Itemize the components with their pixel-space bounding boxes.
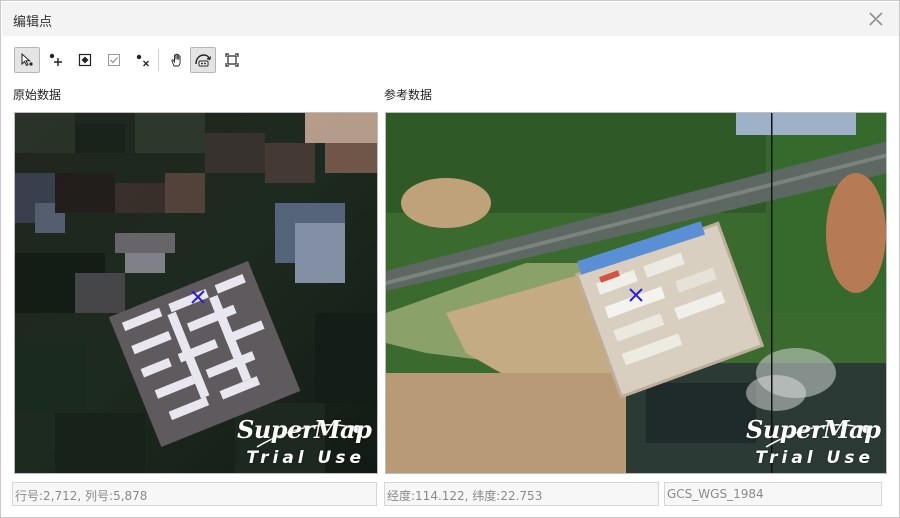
full-extent-button[interactable] (219, 47, 245, 73)
delete-point-icon (136, 54, 149, 67)
checkbox-icon (108, 54, 120, 66)
source-map-view[interactable]: SuperMap Trial Use (14, 112, 378, 474)
select-tool-button[interactable] (14, 47, 40, 73)
supermap-watermark: SuperMap Trial Use (746, 415, 881, 468)
edit-point-dialog: 编辑点 原始数据 参考数据 SuperMap Trial Use SuperMa… (0, 0, 900, 518)
add-point-button[interactable] (43, 47, 69, 73)
reference-data-label: 参考数据 (384, 88, 433, 102)
pan-button[interactable] (164, 47, 190, 73)
title-bar: 编辑点 (2, 2, 899, 36)
hand-pan-icon (171, 53, 181, 67)
supermap-watermark: SuperMap Trial Use (237, 415, 372, 468)
lon-lat-readout: 经度:114.122, 纬度:22.753 (384, 482, 659, 506)
delete-point-button[interactable] (130, 47, 156, 73)
row-column-readout: 行号:2,712, 列号:5,878 (12, 482, 377, 506)
toolbar-separator (158, 49, 159, 71)
edit-point-button[interactable] (72, 47, 98, 73)
edit-point-icon (78, 53, 92, 67)
toolbar (14, 47, 254, 73)
dialog-title: 编辑点 (13, 15, 53, 30)
full-extent-icon (225, 53, 239, 67)
close-icon (869, 12, 883, 26)
add-point-icon (49, 53, 62, 66)
sync-view-button[interactable] (190, 47, 216, 73)
reference-map-view[interactable]: SuperMap Trial Use (385, 112, 887, 474)
check-button[interactable] (101, 47, 127, 73)
select-arrow-icon (21, 52, 33, 67)
coordinate-system-readout: GCS_WGS_1984 (664, 482, 882, 506)
sync-view-icon (195, 54, 212, 67)
close-button[interactable] (864, 8, 888, 30)
source-data-label: 原始数据 (13, 88, 62, 102)
